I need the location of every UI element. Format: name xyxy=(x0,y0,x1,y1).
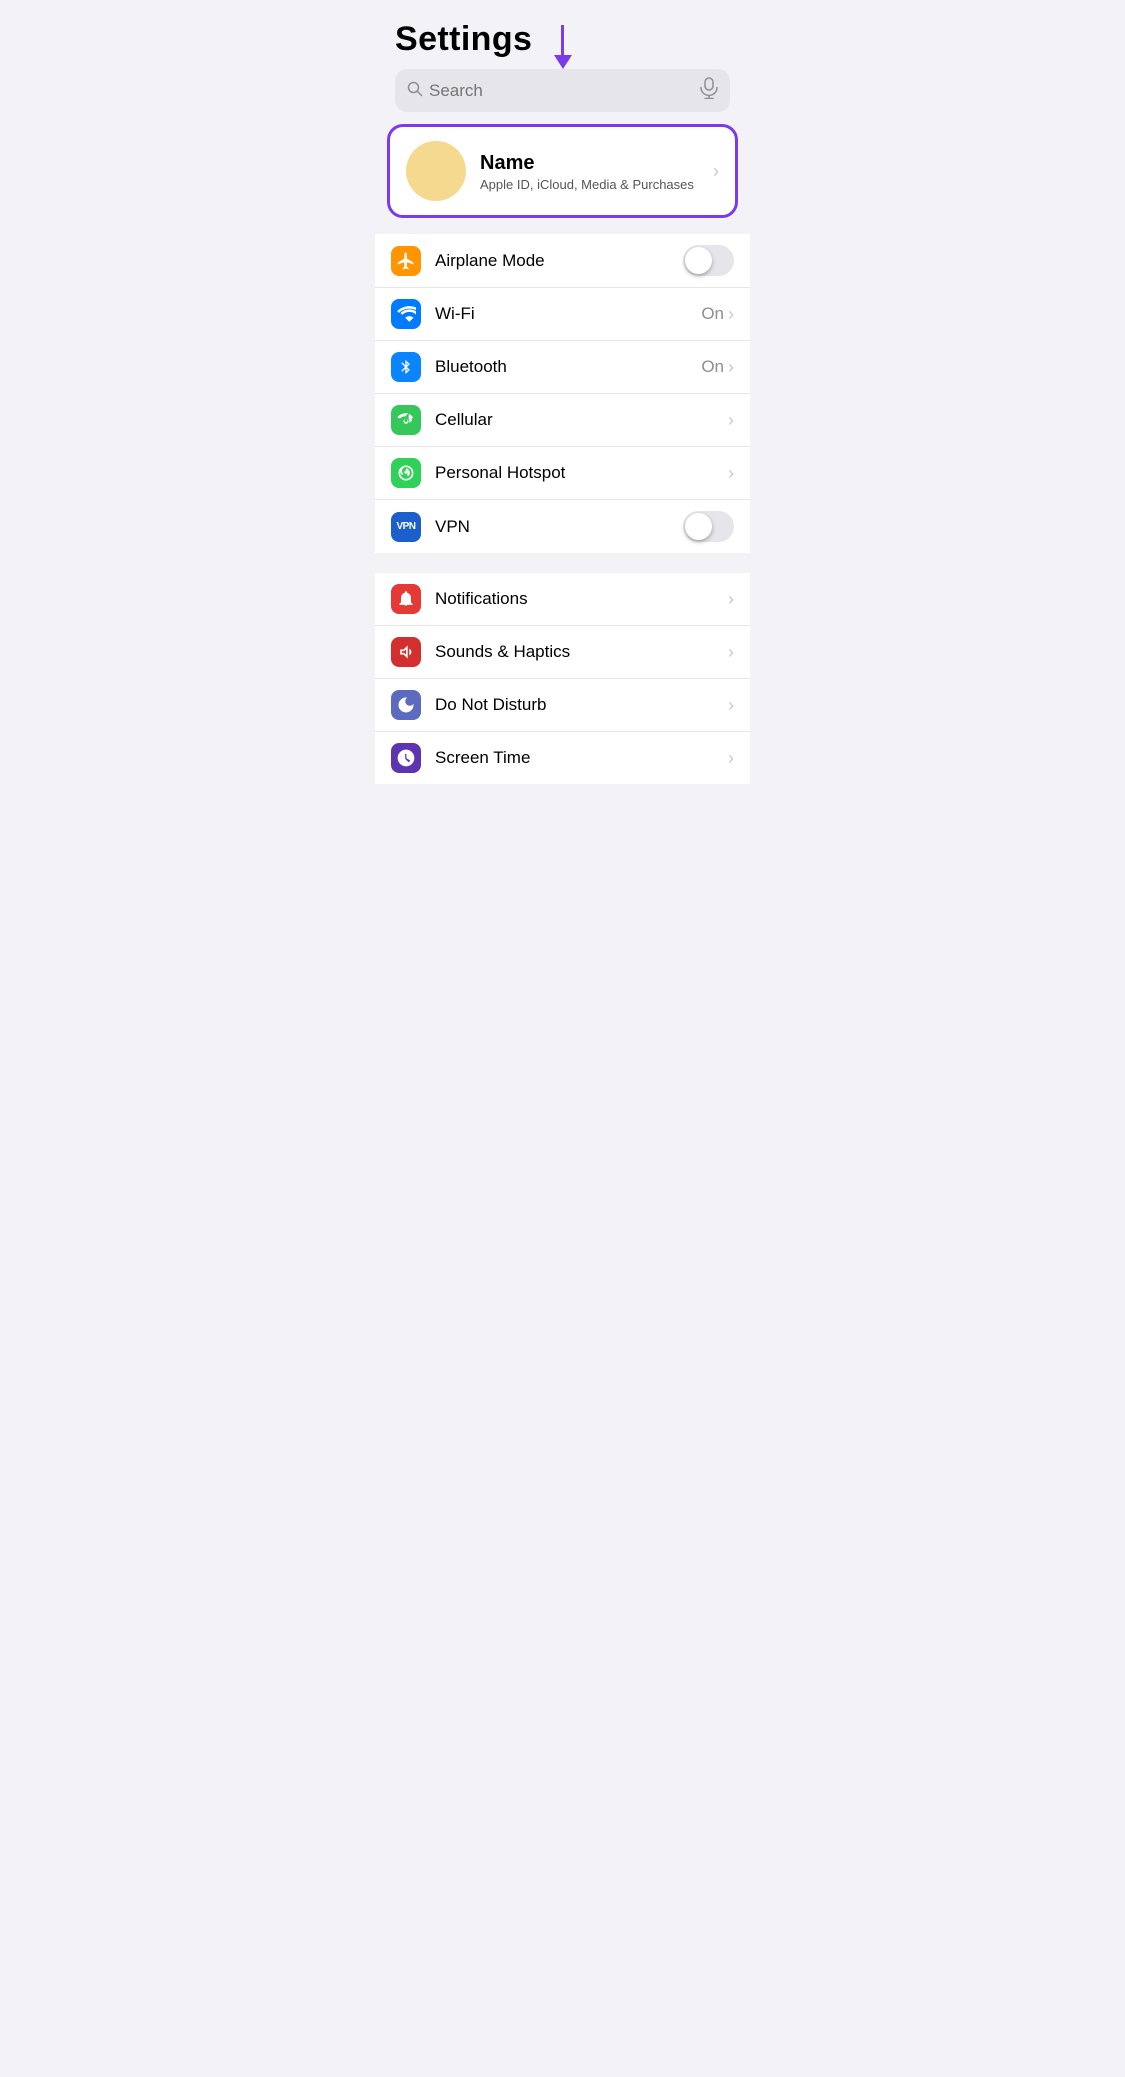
airplane-mode-toggle[interactable] xyxy=(683,245,734,276)
connectivity-section: Airplane Mode Wi-Fi On › xyxy=(375,234,750,553)
screentime-label: Screen Time xyxy=(435,748,714,768)
wifi-chevron-icon: › xyxy=(728,304,734,325)
airplane-mode-knob xyxy=(685,247,712,274)
notifications-label: Notifications xyxy=(435,589,714,609)
search-icon xyxy=(407,81,423,101)
cellular-row[interactable]: Cellular › xyxy=(375,394,750,447)
dnd-icon xyxy=(391,690,421,720)
airplane-mode-label: Airplane Mode xyxy=(435,251,669,271)
vpn-text: VPN xyxy=(396,521,415,532)
hotspot-icon xyxy=(391,458,421,488)
wifi-label: Wi-Fi xyxy=(435,304,687,324)
airplane-mode-icon xyxy=(391,246,421,276)
arrow-line xyxy=(561,25,564,55)
search-bar[interactable] xyxy=(395,69,730,112)
wifi-value: On xyxy=(701,304,724,324)
hotspot-chevron-icon: › xyxy=(728,463,734,484)
bluetooth-icon xyxy=(391,352,421,382)
system-section: Notifications › Sounds & Haptics › Do No… xyxy=(375,573,750,784)
account-chevron-icon: › xyxy=(713,161,719,182)
search-input[interactable] xyxy=(429,81,694,101)
wifi-row[interactable]: Wi-Fi On › xyxy=(375,288,750,341)
avatar xyxy=(406,141,466,201)
notifications-chevron-icon: › xyxy=(728,589,734,610)
dnd-label: Do Not Disturb xyxy=(435,695,714,715)
airplane-mode-row[interactable]: Airplane Mode xyxy=(375,234,750,288)
vpn-label: VPN xyxy=(435,517,669,537)
account-section[interactable]: Name Apple ID, iCloud, Media & Purchases… xyxy=(387,124,738,218)
account-row[interactable]: Name Apple ID, iCloud, Media & Purchases… xyxy=(390,127,735,215)
bluetooth-chevron-icon: › xyxy=(728,357,734,378)
hotspot-row[interactable]: Personal Hotspot › xyxy=(375,447,750,500)
cellular-chevron-icon: › xyxy=(728,410,734,431)
header: Settings xyxy=(375,0,750,120)
screentime-row[interactable]: Screen Time › xyxy=(375,732,750,784)
vpn-row[interactable]: VPN VPN xyxy=(375,500,750,553)
vpn-toggle[interactable] xyxy=(683,511,734,542)
sounds-chevron-icon: › xyxy=(728,642,734,663)
sounds-row[interactable]: Sounds & Haptics › xyxy=(375,626,750,679)
sounds-label: Sounds & Haptics xyxy=(435,642,714,662)
cellular-icon xyxy=(391,405,421,435)
vpn-icon: VPN xyxy=(391,512,421,542)
account-info: Name Apple ID, iCloud, Media & Purchases xyxy=(480,151,699,192)
sounds-icon xyxy=(391,637,421,667)
notifications-icon xyxy=(391,584,421,614)
account-subtitle: Apple ID, iCloud, Media & Purchases xyxy=(480,177,699,192)
hotspot-label: Personal Hotspot xyxy=(435,463,714,483)
bluetooth-value: On xyxy=(701,357,724,377)
wifi-icon xyxy=(391,299,421,329)
wifi-value-wrap: On › xyxy=(701,304,734,325)
cellular-label: Cellular xyxy=(435,410,714,430)
arrow-head xyxy=(554,55,572,69)
vpn-knob xyxy=(685,513,712,540)
arrow-annotation xyxy=(554,25,572,69)
mic-icon[interactable] xyxy=(700,77,718,104)
dnd-row[interactable]: Do Not Disturb › xyxy=(375,679,750,732)
bluetooth-row[interactable]: Bluetooth On › xyxy=(375,341,750,394)
screentime-chevron-icon: › xyxy=(728,748,734,769)
screentime-icon xyxy=(391,743,421,773)
account-name: Name xyxy=(480,151,699,175)
bluetooth-label: Bluetooth xyxy=(435,357,687,377)
dnd-chevron-icon: › xyxy=(728,695,734,716)
bluetooth-value-wrap: On › xyxy=(701,357,734,378)
notifications-row[interactable]: Notifications › xyxy=(375,573,750,626)
